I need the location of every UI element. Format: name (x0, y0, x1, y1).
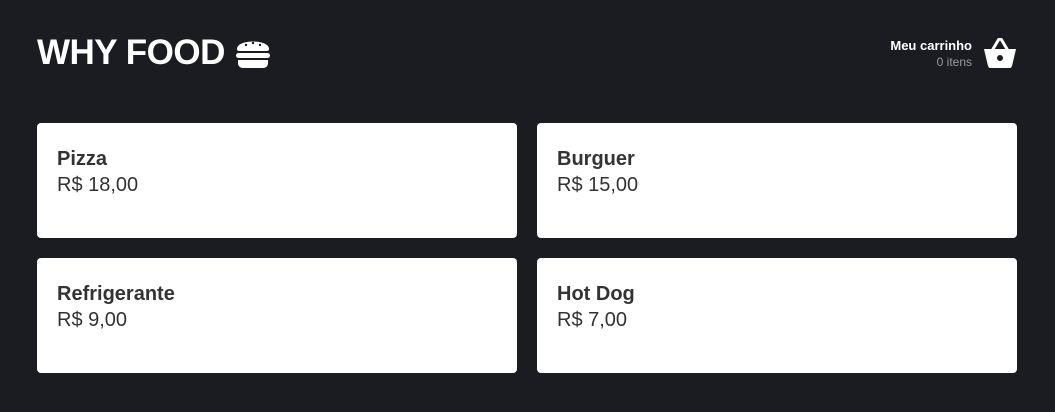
product-name: Refrigerante (57, 283, 175, 305)
product-card-burguer[interactable]: Burguer R$ 15,00 (537, 123, 1017, 238)
product-price: R$ 9,00 (57, 309, 128, 331)
logo[interactable]: WHY FOOD (37, 33, 271, 73)
product-name: Hot Dog (557, 283, 635, 305)
hamburger-icon (235, 36, 271, 70)
logo-text: WHY FOOD (37, 33, 225, 72)
product-price: R$ 7,00 (557, 309, 628, 331)
product-grid: Pizza R$ 18,00 Burguer R$ 15,00 Refriger… (37, 123, 1017, 373)
cart-text: Meu carrinho 0 itens (890, 39, 972, 68)
product-card-hot-dog[interactable]: Hot Dog R$ 7,00 (537, 258, 1017, 373)
page: WHY FOOD Meu carrinho 0 itens Pizza R$ 1… (0, 0, 1055, 412)
product-card-refrigerante[interactable]: Refrigerante R$ 9,00 (37, 258, 517, 373)
cart-title: Meu carrinho (890, 37, 972, 53)
cart-button[interactable]: Meu carrinho 0 itens (890, 37, 1017, 68)
header: WHY FOOD Meu carrinho 0 itens (37, 28, 1017, 78)
product-price: R$ 18,00 (57, 174, 139, 196)
product-price: R$ 15,00 (557, 174, 639, 196)
shopping-basket-icon (983, 37, 1017, 68)
product-name: Pizza (57, 148, 108, 170)
cart-count: 0 itens (936, 54, 972, 69)
product-name: Burguer (557, 148, 635, 170)
product-card-pizza[interactable]: Pizza R$ 18,00 (37, 123, 517, 238)
